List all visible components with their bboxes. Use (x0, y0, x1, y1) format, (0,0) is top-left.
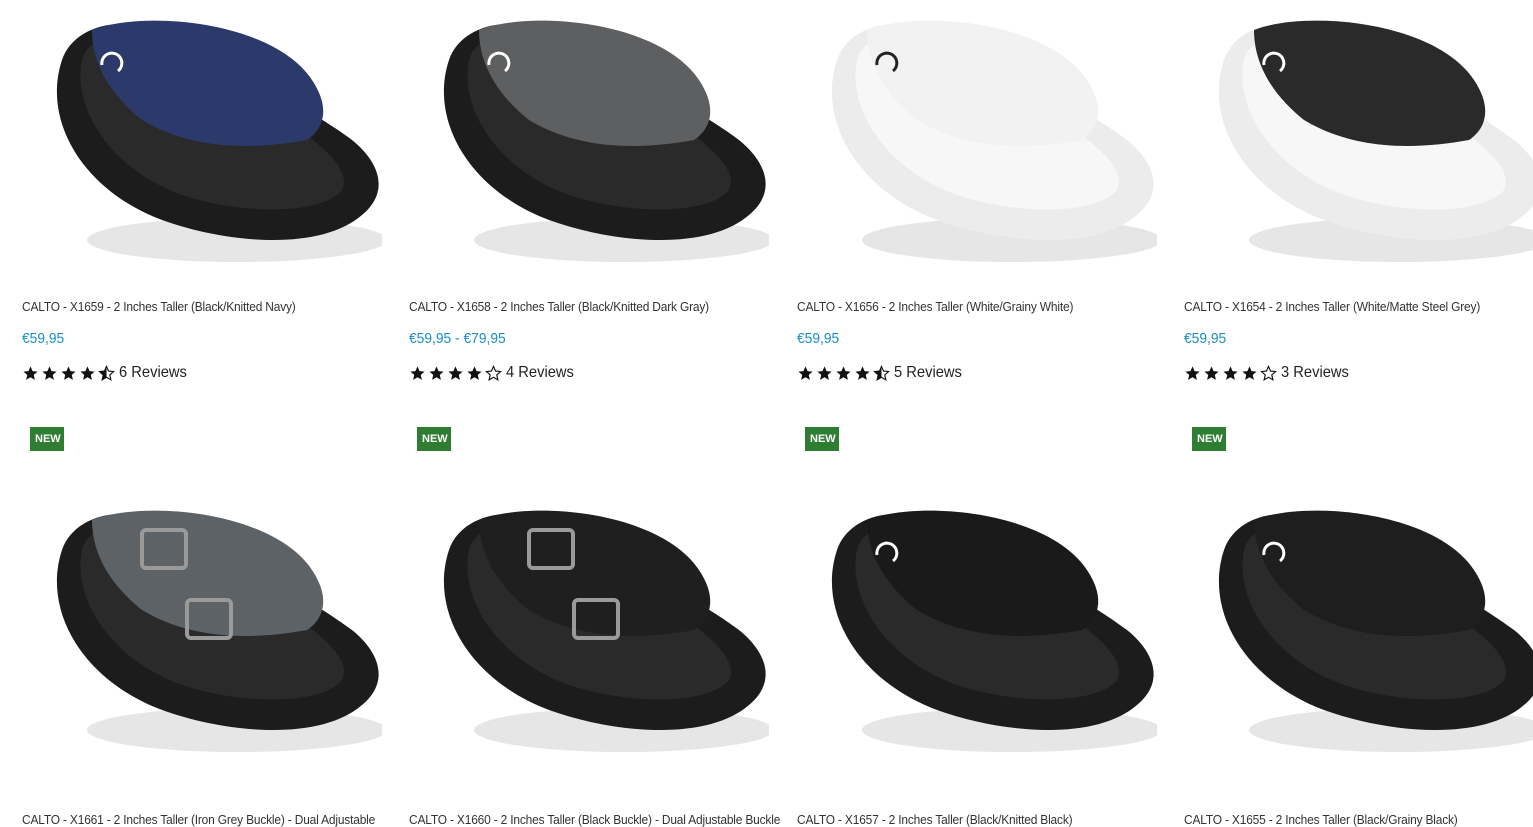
product-card[interactable]: NEW CALTO - X1660 - 2 Inches Taller (Blac… (409, 420, 780, 827)
star-icon (467, 365, 482, 380)
new-badge: NEW (1192, 427, 1226, 451)
product-rating[interactable]: 5 Reviews (797, 363, 968, 383)
star-icon (23, 365, 38, 380)
product-price: €59,95 (22, 330, 65, 347)
star-icon (873, 364, 890, 381)
rating-stars (22, 364, 115, 382)
star-icon (98, 364, 115, 381)
product-image[interactable] (22, 480, 382, 780)
star-icon (836, 365, 851, 380)
product-price: €59,95 (797, 330, 840, 347)
reviews-link[interactable]: 3 Reviews (1281, 364, 1349, 382)
product-card[interactable]: CALTO - X1656 - 2 Inches Taller (White/G… (797, 0, 1157, 400)
product-card[interactable]: NEW CALTO - X1661 - 2 Inches Taller (Iron… (22, 420, 382, 827)
star-icon (448, 365, 463, 380)
product-image[interactable] (1184, 0, 1533, 280)
product-card[interactable]: CALTO - X1658 - 2 Inches Taller (Black/K… (409, 0, 769, 400)
star-icon (1185, 365, 1200, 380)
reviews-link[interactable]: 6 Reviews (119, 364, 187, 382)
star-icon (855, 365, 870, 380)
new-badge: NEW (417, 427, 451, 451)
product-title[interactable]: CALTO - X1658 - 2 Inches Taller (Black/K… (409, 299, 709, 314)
product-image[interactable] (409, 480, 769, 780)
star-icon (410, 365, 425, 380)
star-icon (798, 365, 813, 380)
product-title[interactable]: CALTO - X1659 - 2 Inches Taller (Black/K… (22, 299, 296, 314)
reviews-link[interactable]: 5 Reviews (894, 364, 962, 382)
star-icon (1260, 364, 1277, 381)
star-icon (817, 365, 832, 380)
star-icon (429, 365, 444, 380)
product-image[interactable] (1184, 480, 1533, 780)
product-rating[interactable]: 3 Reviews (1184, 363, 1355, 383)
star-icon (42, 365, 57, 380)
product-image[interactable] (797, 0, 1157, 280)
rating-stars (409, 364, 502, 382)
star-icon (1223, 365, 1238, 380)
product-rating[interactable]: 6 Reviews (22, 363, 193, 383)
star-icon (80, 365, 95, 380)
product-card[interactable]: NEW CALTO - X1657 - 2 Inches Taller (Blac… (797, 420, 1157, 827)
new-badge: NEW (30, 427, 64, 451)
product-image[interactable] (409, 0, 769, 280)
product-rating[interactable]: 4 Reviews (409, 363, 580, 383)
star-icon (1204, 365, 1219, 380)
product-title[interactable]: CALTO - X1656 - 2 Inches Taller (White/G… (797, 299, 1073, 314)
star-icon (61, 365, 76, 380)
reviews-link[interactable]: 4 Reviews (506, 364, 574, 382)
product-card[interactable]: CALTO - X1659 - 2 Inches Taller (Black/K… (22, 0, 382, 400)
product-card[interactable]: NEW CALTO - X1655 - 2 Inches Taller (Blac… (1184, 420, 1533, 827)
product-image[interactable] (797, 480, 1157, 780)
product-image[interactable] (22, 0, 382, 280)
product-card[interactable]: CALTO - X1654 - 2 Inches Taller (White/M… (1184, 0, 1533, 400)
rating-stars (1184, 364, 1277, 382)
product-price: €59,95 (1184, 330, 1227, 347)
new-badge: NEW (805, 427, 839, 451)
star-icon (485, 364, 502, 381)
product-price: €59,95 - €79,95 (409, 330, 506, 347)
product-title[interactable]: CALTO - X1654 - 2 Inches Taller (White/M… (1184, 299, 1480, 314)
rating-stars (797, 364, 890, 382)
star-icon (1242, 365, 1257, 380)
